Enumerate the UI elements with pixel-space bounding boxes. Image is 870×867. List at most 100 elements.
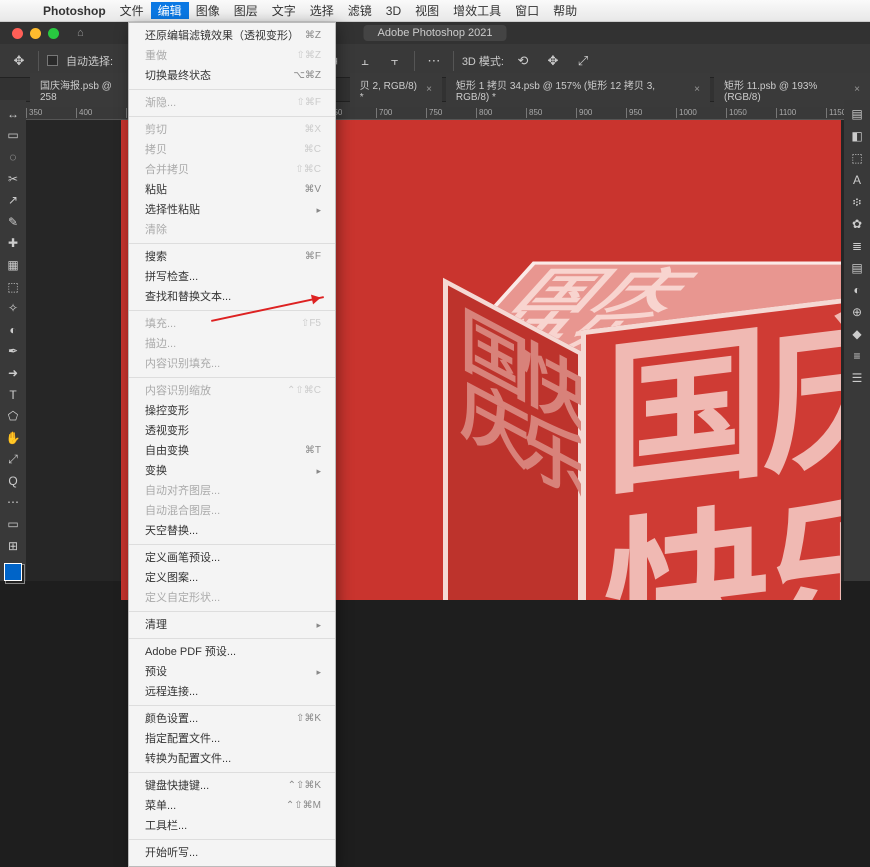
menu-type[interactable]: 文字 [265, 2, 303, 19]
move-tool-icon[interactable]: ✥ [8, 50, 30, 72]
menu-item[interactable]: 选择性粘贴 [129, 200, 335, 220]
tool-button[interactable]: ⤢ [2, 450, 24, 470]
tool-button[interactable]: ⊞ [2, 536, 24, 556]
menu-view[interactable]: 视图 [408, 2, 446, 19]
menu-item: 渐隐...⇧⌘F [129, 93, 335, 113]
tool-button[interactable]: ↗ [2, 190, 24, 210]
tool-button[interactable]: ⋯ [2, 493, 24, 513]
tool-button[interactable]: T [2, 385, 24, 405]
home-icon[interactable]: ⌂ [77, 27, 84, 39]
menu-item[interactable]: 天空替换... [129, 521, 335, 541]
close-tab-icon[interactable]: × [694, 84, 700, 95]
close-tab-icon[interactable]: × [854, 84, 860, 95]
menu-select[interactable]: 选择 [303, 2, 341, 19]
menu-item[interactable]: 指定配置文件... [129, 729, 335, 749]
traffic-lights [12, 28, 59, 39]
tool-button[interactable]: ✂ [2, 169, 24, 189]
tool-button[interactable]: ▭ [2, 126, 24, 146]
ruler-mark: 400 [76, 108, 126, 118]
color-swatch[interactable] [4, 563, 22, 581]
menu-3d[interactable]: 3D [379, 4, 408, 18]
tool-button[interactable]: ▭ [2, 514, 24, 534]
menu-item[interactable]: 远程连接... [129, 682, 335, 702]
zoom-icon[interactable] [48, 28, 59, 39]
menu-item[interactable]: 工具栏... [129, 816, 335, 836]
orbit-3d-icon[interactable]: ⟲ [512, 50, 534, 72]
tool-button[interactable]: ✎ [2, 212, 24, 232]
menu-item[interactable]: 菜单...⌃⇧⌘M [129, 796, 335, 816]
menu-item[interactable]: 定义图案... [129, 568, 335, 588]
menu-item[interactable]: 搜索⌘F [129, 247, 335, 267]
ruler-mark: 1100 [776, 108, 826, 118]
ruler-mark: 850 [526, 108, 576, 118]
tool-button[interactable]: ✿ [846, 214, 868, 234]
menu-item[interactable]: 清理 [129, 615, 335, 635]
cube-face-right: 国庆 快乐 [581, 286, 841, 600]
tool-button[interactable]: ✚ [2, 234, 24, 254]
menu-item[interactable]: 粘贴⌘V [129, 180, 335, 200]
tool-button[interactable]: ◐ [2, 320, 24, 340]
menu-item[interactable]: 开始听写... [129, 843, 335, 863]
menu-item[interactable]: 透视变形 [129, 421, 335, 441]
menu-item[interactable]: 预设 [129, 662, 335, 682]
menu-file[interactable]: 文件 [113, 2, 151, 19]
align-right-icon[interactable]: ⫟ [384, 50, 406, 72]
close-icon[interactable] [12, 28, 23, 39]
tool-button[interactable]: ↔ [2, 104, 24, 124]
ruler-mark: 1150 [826, 108, 844, 118]
align-center-h-icon[interactable]: ⫠ [354, 50, 376, 72]
tool-button[interactable]: ◆ [846, 324, 868, 344]
pan-3d-icon[interactable]: ✥ [542, 50, 564, 72]
ruler-mark: 350 [26, 108, 76, 118]
tool-button[interactable]: ⬚ [2, 277, 24, 297]
tool-button[interactable]: ◧ [846, 126, 868, 146]
menu-plugins[interactable]: 增效工具 [446, 2, 508, 19]
ruler-mark: 1050 [726, 108, 776, 118]
menu-window[interactable]: 窗口 [508, 2, 546, 19]
tool-button[interactable]: ▤ [846, 258, 868, 278]
tool-button[interactable]: ▦ [2, 255, 24, 275]
menu-item[interactable]: 键盘快捷键...⌃⇧⌘K [129, 776, 335, 796]
tool-button[interactable]: ≣ [846, 236, 868, 256]
tool-button[interactable]: ፨ [846, 192, 868, 212]
tool-button[interactable]: ▤ [846, 104, 868, 124]
menu-item[interactable]: 查找和替换文本... [129, 287, 335, 307]
mode-3d-label: 3D 模式: [462, 53, 504, 69]
tool-button[interactable]: ◌ [2, 147, 24, 167]
app-name[interactable]: Photoshop [36, 4, 113, 18]
close-tab-icon[interactable]: × [426, 84, 432, 95]
doc-tab[interactable]: 贝 2, RGB/8) *× [350, 73, 442, 107]
menu-item[interactable]: 切换最终状态⌥⌘Z [129, 66, 335, 86]
auto-select-checkbox[interactable] [47, 55, 58, 66]
tool-button[interactable]: A [846, 170, 868, 190]
menu-help[interactable]: 帮助 [546, 2, 584, 19]
zoom-3d-icon[interactable]: ⤢ [572, 50, 594, 72]
menu-item[interactable]: 变换 [129, 461, 335, 481]
menu-layer[interactable]: 图层 [227, 2, 265, 19]
tool-button[interactable]: Q [2, 471, 24, 491]
minimize-icon[interactable] [30, 28, 41, 39]
menu-item[interactable]: 操控变形 [129, 401, 335, 421]
tool-button[interactable]: ✋ [2, 428, 24, 448]
tool-button[interactable]: ≡ [846, 346, 868, 366]
tool-button[interactable]: ✒ [2, 342, 24, 362]
tool-button[interactable]: ⬚ [846, 148, 868, 168]
menu-item[interactable]: 自由变换⌘T [129, 441, 335, 461]
menu-image[interactable]: 图像 [189, 2, 227, 19]
tool-button[interactable]: ⬠ [2, 406, 24, 426]
doc-tab[interactable]: 矩形 1 拷贝 34.psb @ 157% (矩形 12 拷贝 3, RGB/8… [446, 73, 710, 107]
tool-button[interactable]: ➜ [2, 363, 24, 383]
tool-button[interactable]: ☰ [846, 368, 868, 388]
tool-button[interactable]: ⊕ [846, 302, 868, 322]
tool-button[interactable]: ◐ [846, 280, 868, 300]
distribute-icon[interactable]: ⋯ [423, 50, 445, 72]
menu-item[interactable]: 定义画笔预设... [129, 548, 335, 568]
menu-item[interactable]: 转换为配置文件... [129, 749, 335, 769]
menu-item[interactable]: 颜色设置...⇧⌘K [129, 709, 335, 729]
menu-filter[interactable]: 滤镜 [341, 2, 379, 19]
menu-item[interactable]: 拼写检查... [129, 267, 335, 287]
menu-edit[interactable]: 编辑 [151, 2, 189, 19]
tool-button[interactable]: ✧ [2, 298, 24, 318]
menu-item[interactable]: Adobe PDF 预设... [129, 642, 335, 662]
menu-item[interactable]: 还原编辑滤镜效果（透视变形）⌘Z [129, 26, 335, 46]
